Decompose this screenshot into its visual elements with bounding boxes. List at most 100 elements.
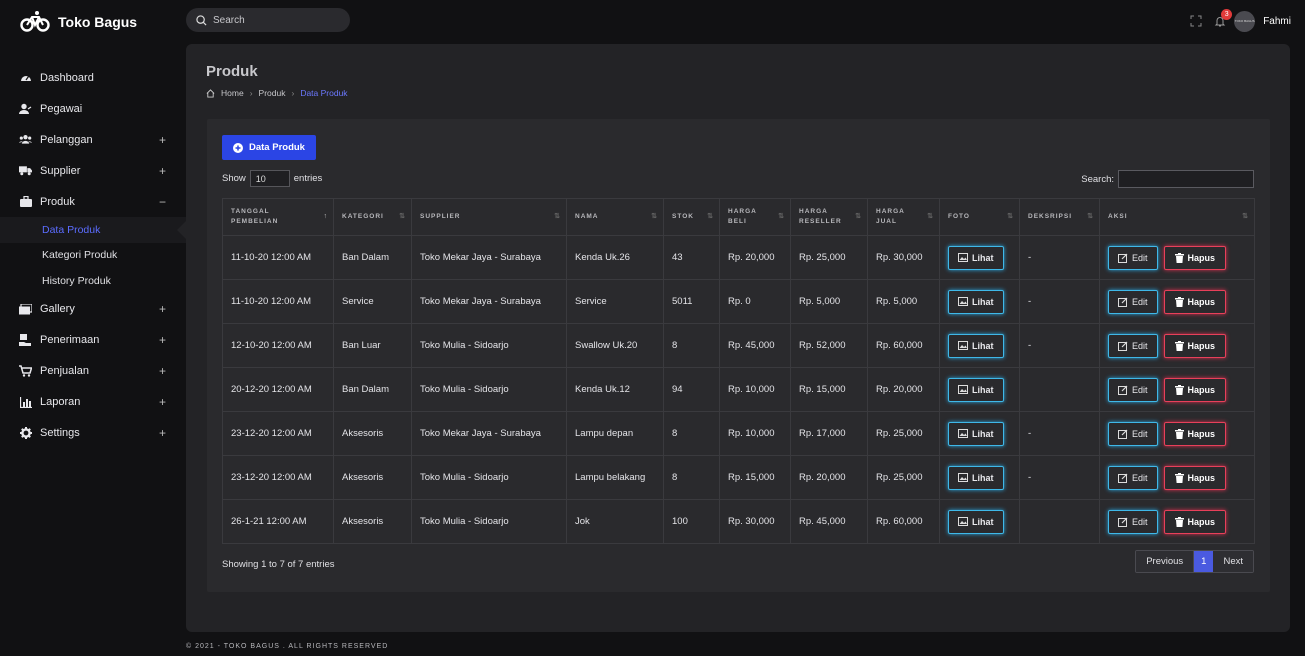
fullscreen-icon[interactable] — [1190, 15, 1202, 27]
sidebar-subitem-history-produk[interactable]: History Produk — [0, 268, 186, 294]
breadcrumb-current: Data Produk — [300, 88, 348, 98]
show-label: Show — [222, 173, 246, 184]
sort-asc-icon: ↑ — [323, 213, 328, 220]
user-name[interactable]: Fahmi — [1263, 16, 1291, 27]
lihat-button[interactable]: Lihat — [948, 377, 1004, 402]
edit-button[interactable]: Edit — [1108, 465, 1158, 490]
breadcrumb-produk[interactable]: Produk — [259, 88, 286, 98]
breadcrumb-home[interactable]: Home — [221, 88, 244, 98]
sidebar-subitem-kategori-produk[interactable]: Kategori Produk — [0, 243, 186, 269]
table-search: Search: — [1081, 170, 1254, 188]
column-header[interactable]: SUPPLIER ⇅ — [411, 198, 567, 236]
sidebar-item-label: Penerimaan — [40, 334, 100, 346]
cell-deskripsi: - — [1019, 455, 1100, 500]
cell-tanggal: 23-12-20 12:00 AM — [222, 411, 334, 456]
add-produk-button[interactable]: Data Produk — [222, 135, 316, 160]
sidebar-item-laporan[interactable]: Laporan + — [0, 387, 186, 418]
column-header[interactable]: AKSI ⇅ — [1099, 198, 1255, 236]
brand-logo[interactable]: Toko Bagus — [20, 8, 137, 36]
column-header[interactable]: HARGA RESELLER ⇅ — [790, 198, 868, 236]
sidebar-item-label: Settings — [40, 427, 80, 439]
sidebar-item-supplier[interactable]: Supplier + — [0, 155, 186, 186]
cell-supplier: Toko Mekar Jaya - Surabaya — [411, 279, 567, 324]
sidebar-item-label: Gallery — [40, 303, 75, 315]
edit-button[interactable]: Edit — [1108, 289, 1158, 314]
column-header[interactable]: DEKSRIPSI ⇅ — [1019, 198, 1100, 236]
avatar[interactable]: TOKO BAGUS — [1234, 10, 1256, 32]
entries-select[interactable]: 10 — [249, 170, 290, 187]
plus-icon[interactable]: + — [159, 133, 166, 147]
sort-icon: ⇅ — [855, 213, 861, 220]
cell-harga-beli: Rp. 30,000 — [719, 499, 791, 544]
bell-icon[interactable]: 3 — [1214, 9, 1233, 27]
header-line-1: HARGA — [728, 208, 757, 215]
column-header[interactable]: HARGA JUAL ⇅ — [867, 198, 940, 236]
minus-icon[interactable]: − — [159, 195, 166, 209]
hapus-button[interactable]: Hapus — [1163, 289, 1227, 314]
hapus-button[interactable]: Hapus — [1163, 245, 1227, 270]
lihat-button[interactable]: Lihat — [948, 509, 1004, 534]
column-header[interactable]: NAMA ⇅ — [566, 198, 664, 236]
sidebar-item-penerimaan[interactable]: Penerimaan + — [0, 325, 186, 356]
plus-icon[interactable]: + — [159, 164, 166, 178]
sidebar-item-label: Penjualan — [40, 365, 89, 377]
edit-button[interactable]: Edit — [1108, 245, 1158, 270]
lihat-button[interactable]: Lihat — [948, 289, 1004, 314]
cell-kategori: Ban Dalam — [333, 367, 412, 412]
sidebar-item-gallery[interactable]: Gallery + — [0, 294, 186, 325]
column-header[interactable]: STOK ⇅ — [663, 198, 720, 236]
sidebar-item-settings[interactable]: Settings + — [0, 418, 186, 449]
column-header[interactable]: FOTO ⇅ — [939, 198, 1020, 236]
lihat-button[interactable]: Lihat — [948, 333, 1004, 358]
plus-icon[interactable]: + — [159, 333, 166, 347]
next-button[interactable]: Next — [1213, 551, 1253, 572]
edit-icon — [1118, 341, 1128, 351]
column-header[interactable]: KATEGORI ⇅ — [333, 198, 412, 236]
table-row: 11-10-20 12:00 AM Ban Dalam Toko Mekar Jay… — [222, 235, 1255, 280]
cell-nama: Kenda Uk.12 — [566, 367, 664, 412]
cell-harga-beli: Rp. 45,000 — [719, 323, 791, 368]
cell-harga-beli: Rp. 20,000 — [719, 235, 791, 280]
lihat-button[interactable]: Lihat — [948, 465, 1004, 490]
plus-icon[interactable]: + — [159, 364, 166, 378]
sidebar-item-produk[interactable]: Produk − — [0, 186, 186, 217]
header-line-1: DEKSRIPSI — [1028, 213, 1073, 220]
hapus-button[interactable]: Hapus — [1163, 421, 1227, 446]
plus-icon[interactable]: + — [159, 302, 166, 316]
hapus-button[interactable]: Hapus — [1163, 377, 1227, 402]
lihat-button[interactable]: Lihat — [948, 421, 1004, 446]
header-line-1: HARGA — [799, 208, 828, 215]
edit-button[interactable]: Edit — [1108, 421, 1158, 446]
topbar-right: 3 TOKO BAGUS Fahmi — [1190, 8, 1291, 34]
hapus-button[interactable]: Hapus — [1163, 509, 1227, 534]
sidebar-item-penjualan[interactable]: Penjualan + — [0, 356, 186, 387]
edit-icon — [1118, 385, 1128, 395]
lihat-button[interactable]: Lihat — [948, 245, 1004, 270]
table-search-input[interactable] — [1118, 170, 1254, 188]
chart-icon — [19, 396, 32, 408]
column-header[interactable]: TANGGAL PEMBELIAN ↑ — [222, 198, 334, 236]
hapus-label: Hapus — [1187, 384, 1216, 395]
plus-icon[interactable]: + — [159, 426, 166, 440]
edit-button[interactable]: Edit — [1108, 509, 1158, 534]
cell-tanggal: 26-1-21 12:00 AM — [222, 499, 334, 544]
search-input[interactable]: Search — [186, 8, 350, 32]
plus-icon[interactable]: + — [159, 395, 166, 409]
sidebar-item-pegawai[interactable]: Pegawai — [0, 93, 186, 124]
hapus-button[interactable]: Hapus — [1163, 333, 1227, 358]
cell-deskripsi: - — [1019, 323, 1100, 368]
page-1-button[interactable]: 1 — [1194, 551, 1214, 572]
sidebar-item-dashboard[interactable]: Dashboard — [0, 62, 186, 93]
edit-button[interactable]: Edit — [1108, 333, 1158, 358]
lihat-label: Lihat — [972, 384, 994, 395]
sidebar-item-pelanggan[interactable]: Pelanggan + — [0, 124, 186, 155]
hapus-button[interactable]: Hapus — [1163, 465, 1227, 490]
edit-button[interactable]: Edit — [1108, 377, 1158, 402]
cell-nama: Kenda Uk.26 — [566, 235, 664, 280]
edit-label: Edit — [1132, 252, 1148, 263]
cell-stok: 100 — [663, 499, 720, 544]
column-header[interactable]: HARGA BELI ⇅ — [719, 198, 791, 236]
previous-button[interactable]: Previous — [1136, 551, 1195, 572]
sidebar-subitem-data-produk[interactable]: Data Produk — [0, 217, 186, 243]
briefcase-icon — [19, 196, 32, 207]
